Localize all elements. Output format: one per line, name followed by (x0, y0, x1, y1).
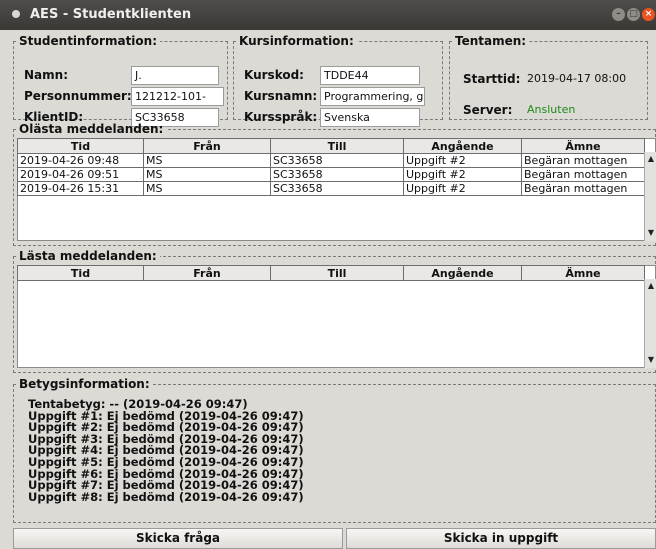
read-scrollbar[interactable]: ▲ ▼ (644, 279, 656, 368)
table-row[interactable]: 2019-04-26 15:31 MS SC33658 Uppgift #2 B… (17, 181, 645, 196)
cell-till: SC33658 (270, 181, 404, 196)
server-label: Server: (463, 103, 513, 117)
course-info-legend: Kursinformation: (239, 34, 354, 48)
read-header-row: Tid Från Till Angående Ämne (17, 265, 645, 281)
course-info-panel: Kursinformation: Kurskod: TDDE44 Kursnam… (233, 34, 443, 127)
cell-till: SC33658 (270, 153, 404, 168)
unread-scrollbar[interactable]: ▲ ▼ (644, 152, 656, 241)
personnummer-label: Personnummer: (24, 89, 132, 103)
cell-fran: MS (143, 153, 271, 168)
student-info-panel: Studentinformation: Namn: J. Personnumme… (13, 34, 228, 127)
column-header-amne[interactable]: Ämne (521, 138, 645, 154)
unread-messages-legend: Olästa meddelanden: (19, 122, 164, 136)
kurskod-label: Kurskod: (244, 68, 304, 82)
personnummer-value: 121212-101- (131, 87, 224, 106)
column-header-tid[interactable]: Tid (17, 138, 144, 154)
table-row[interactable]: 2019-04-26 09:51 MS SC33658 Uppgift #2 B… (17, 167, 645, 182)
assignment-grade-line: Uppgift #8: Ej bedömd (2019-04-26 09:47) (28, 489, 304, 504)
column-header-fran[interactable]: Från (143, 265, 271, 281)
kurskod-value: TDDE44 (320, 66, 420, 85)
column-header-amne[interactable]: Ämne (521, 265, 645, 281)
starttid-value: 2019-04-17 08:00 (527, 72, 627, 85)
grades-list: Tentabetyg: -- (2019-04-26 09:47) Uppgif… (28, 398, 304, 504)
read-messages-table: Tid Från Till Angående Ämne (17, 265, 645, 281)
cell-fran: MS (143, 167, 271, 182)
grades-legend: Betygsinformation: (19, 377, 150, 391)
cell-angaende: Uppgift #2 (403, 181, 522, 196)
scroll-down-icon[interactable]: ▼ (646, 355, 656, 365)
column-header-tid[interactable]: Tid (17, 265, 144, 281)
starttid-label: Starttid: (463, 72, 521, 86)
cell-tid: 2019-04-26 15:31 (17, 181, 144, 196)
cell-amne: Begäran mottagen (521, 153, 645, 168)
window-menu-icon[interactable] (12, 10, 20, 18)
column-header-angaende[interactable]: Angående (403, 265, 522, 281)
cell-angaende: Uppgift #2 (403, 167, 522, 182)
kursnamn-label: Kursnamn: (244, 89, 318, 103)
server-status-value: Ansluten (527, 103, 576, 116)
cell-amne: Begäran mottagen (521, 181, 645, 196)
column-header-till[interactable]: Till (270, 265, 404, 281)
table-row[interactable]: 2019-04-26 09:48 MS SC33658 Uppgift #2 B… (17, 153, 645, 168)
column-header-angaende[interactable]: Angående (403, 138, 522, 154)
window-titlebar[interactable]: AES - Studentklienten – □ × (0, 0, 656, 30)
read-messages-legend: Lästa meddelanden: (19, 249, 157, 263)
kursnamn-value: Programmering, gr (320, 87, 425, 106)
send-question-button[interactable]: Skicka fråga (13, 528, 343, 549)
name-label: Namn: (24, 68, 68, 82)
column-header-fran[interactable]: Från (143, 138, 271, 154)
unread-messages-table: Tid Från Till Angående Ämne 2019-04-26 0… (17, 138, 645, 196)
scroll-down-icon[interactable]: ▼ (646, 228, 656, 238)
cell-fran: MS (143, 181, 271, 196)
name-value: J. (131, 66, 219, 85)
submit-assignment-button[interactable]: Skicka in uppgift (346, 528, 656, 549)
column-header-till[interactable]: Till (270, 138, 404, 154)
student-info-legend: Studentinformation: (19, 34, 158, 48)
unread-header-row: Tid Från Till Angående Ämne (17, 138, 645, 154)
cell-till: SC33658 (270, 167, 404, 182)
cell-amne: Begäran mottagen (521, 167, 645, 182)
scroll-up-icon[interactable]: ▲ (646, 281, 656, 291)
cell-angaende: Uppgift #2 (403, 153, 522, 168)
close-icon[interactable]: × (642, 8, 655, 21)
maximize-icon[interactable]: □ (627, 8, 640, 21)
exam-legend: Tentamen: (455, 34, 527, 48)
minimize-icon[interactable]: – (612, 8, 625, 21)
exam-panel: Tentamen: Starttid: 2019-04-17 08:00 Ser… (449, 34, 648, 120)
scroll-up-icon[interactable]: ▲ (646, 154, 656, 164)
window-title: AES - Studentklienten (30, 7, 192, 22)
cell-tid: 2019-04-26 09:51 (17, 167, 144, 182)
cell-tid: 2019-04-26 09:48 (17, 153, 144, 168)
